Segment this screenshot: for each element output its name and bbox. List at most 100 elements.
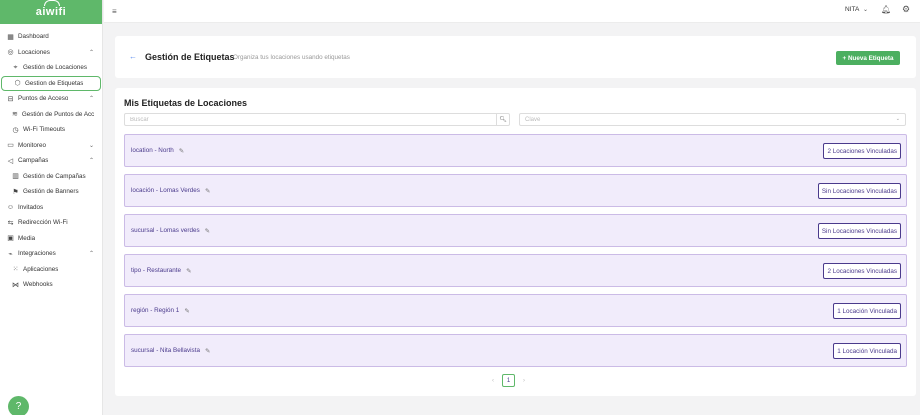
tag-row: tipo - Restaurante ✎ 2 Locaciones Vinculad… — [124, 254, 907, 287]
linked-locations-button[interactable]: 2 Locaciones Vinculadas — [823, 143, 901, 159]
tag-name: sucursal - Lomas verdes — [131, 227, 200, 234]
logo-text: aiwifi — [35, 6, 67, 18]
page-title: Gestión de Etiquetas — [145, 52, 235, 62]
sidebar-item-label: Integraciones — [18, 250, 56, 258]
sidebar-item-integraciones[interactable]: ⌁ Integraciones ⌃ — [0, 246, 102, 262]
sidebar-item-campañas[interactable]: ◁ Campañas ⌃ — [0, 153, 102, 169]
sidebar-item-label: Invitados — [18, 203, 44, 211]
key-select-placeholder: Clave — [525, 116, 541, 123]
clock-icon: ◷ — [12, 126, 19, 134]
search-input[interactable] — [125, 114, 495, 125]
sidebar-item-label: Campañas — [18, 157, 49, 165]
dashboard-icon: ▦ — [7, 33, 14, 41]
tag-name: location - North — [131, 147, 174, 154]
user-name[interactable]: NITA — [845, 6, 859, 13]
sidebar-item-monitoreo[interactable]: ▭ Monitoreo ⌄ — [0, 138, 102, 154]
grid-icon: ⁙ — [12, 266, 19, 274]
linked-locations-button[interactable]: Sin Locaciones Vinculadas — [817, 223, 901, 239]
sidebar-item-invitados[interactable]: ☺ Invitados — [0, 200, 102, 216]
pagination: ‹ 1 › — [492, 374, 525, 387]
sidebar-item-label: Dashboard — [18, 33, 49, 41]
monitor-icon: ▭ — [7, 142, 14, 150]
sidebar-nav: ▦ Dashboard ◎ Locaciones ⌃ ⌖ Gestión de Locaci… — [0, 24, 102, 293]
tag-row: región - Región 1 ✎ 1 Locación Vinculada — [124, 294, 907, 327]
search-icon[interactable]: 🔍︎ — [496, 114, 509, 125]
tag-row: locación - Lomas Verdes ✎ Sin Locaciones V… — [124, 174, 907, 207]
pin-icon: ⌖ — [13, 63, 18, 71]
edit-pencil-icon[interactable]: ✎ — [205, 347, 210, 355]
linked-locations-button[interactable]: 1 Locación Vinculada — [833, 303, 901, 319]
sidebar-item-gestión-de-banners[interactable]: ⚑ Gestión de Banners — [0, 184, 102, 200]
logo-bar[interactable]: aiwifi — [0, 0, 102, 24]
sidebar-item-webhooks[interactable]: ⋈ Webhooks — [0, 277, 102, 293]
redirect-icon: ⇆ — [7, 219, 14, 227]
tag-name: sucursal - Nita Bellavista — [131, 347, 200, 354]
linked-locations-button[interactable]: 1 Locación Vinculada — [833, 343, 901, 359]
edit-pencil-icon[interactable]: ✎ — [186, 267, 191, 275]
sidebar-item-label: Aplicaciones — [23, 265, 59, 273]
section-title: Mis Etiquetas de Locaciones — [124, 98, 248, 108]
wifi-wave-icon — [43, 0, 60, 6]
chevron-up-icon[interactable]: ⌃ — [89, 157, 94, 164]
page-number-current[interactable]: 1 — [502, 374, 515, 387]
sidebar-item-gestión-de-locaciones[interactable]: ⌖ Gestión de Locaciones — [0, 60, 102, 76]
tags-card: Mis Etiquetas de Locaciones 🔍︎ Clave ⌄ l… — [115, 88, 916, 396]
location-pin-icon: ◎ — [7, 49, 14, 57]
chevron-down-icon[interactable]: ⌄ — [89, 142, 94, 149]
chevron-down-icon[interactable]: ⌄ — [863, 6, 868, 13]
sidebar-item-gestión-de-campañas[interactable]: ▥ Gestión de Campañas — [0, 169, 102, 185]
sidebar-item-gestion-de-etiquetas[interactable]: ⬡ Gestion de Etiquetas — [1, 75, 101, 91]
sidebar-item-label: Gestión de Campañas — [23, 172, 86, 180]
back-arrow-icon[interactable]: ← — [129, 52, 137, 61]
sidebar-item-label: Gestión de Puntos de Acceso — [21, 110, 94, 118]
tag-icon: ⬡ — [14, 80, 21, 88]
edit-pencil-icon[interactable]: ✎ — [205, 187, 210, 195]
sidebar-item-label: Webhooks — [23, 281, 53, 289]
prev-page-icon[interactable]: ‹ — [492, 378, 494, 384]
sidebar-item-label: Puntos de Acceso — [18, 95, 69, 103]
chevron-up-icon[interactable]: ⌃ — [89, 95, 94, 102]
sidebar-item-label: Gestion de Etiquetas — [25, 79, 84, 87]
sidebar-item-label: Monitoreo — [18, 141, 47, 149]
sidebar-item-puntos-de-acceso[interactable]: ⊟ Puntos de Acceso ⌃ — [0, 91, 102, 107]
edit-pencil-icon[interactable]: ✎ — [179, 147, 184, 155]
router-icon: ⊟ — [7, 95, 14, 103]
linked-locations-button[interactable]: 2 Locaciones Vinculadas — [823, 263, 901, 279]
image-icon: ▣ — [7, 235, 14, 243]
sidebar-item-label: Media — [18, 234, 36, 242]
next-page-icon[interactable]: › — [523, 378, 525, 384]
chevron-up-icon[interactable]: ⌃ — [89, 250, 94, 257]
new-tag-button[interactable]: + Nueva Etiqueta — [836, 51, 900, 65]
sidebar-item-wi-fi-timeouts[interactable]: ◷ Wi-Fi Timeouts — [0, 122, 102, 138]
menu-toggle-icon[interactable]: ≡ — [112, 7, 117, 16]
sidebar-item-label: Gestión de Banners — [23, 188, 79, 196]
edit-pencil-icon[interactable]: ✎ — [184, 307, 189, 315]
gear-icon[interactable]: ⚙ — [902, 4, 910, 15]
sidebar-item-label: Wi-Fi Timeouts — [23, 126, 65, 134]
flag-icon: ⚑ — [12, 188, 19, 196]
key-select[interactable]: Clave ⌄ — [519, 113, 906, 126]
bell-icon[interactable]: 🔔︎ — [881, 5, 891, 14]
search-box: 🔍︎ — [124, 113, 510, 126]
webhook-icon: ⋈ — [12, 281, 19, 289]
tag-row: location - North ✎ 2 Locaciones Vinculadas — [124, 134, 907, 167]
tag-name: locación - Lomas Verdes — [131, 187, 200, 194]
sidebar: aiwifi ▦ Dashboard ◎ Locaciones ⌃ ⌖ Gestión de… — [0, 0, 103, 415]
help-button[interactable]: ? — [8, 396, 29, 415]
linked-locations-button[interactable]: Sin Locaciones Vinculadas — [817, 183, 901, 199]
sidebar-item-media[interactable]: ▣ Media — [0, 231, 102, 247]
chart-icon: ▥ — [12, 173, 19, 181]
sidebar-item-dashboard[interactable]: ▦ Dashboard — [0, 29, 102, 45]
page-subtitle: Organiza tus locaciones usando etiquetas — [233, 54, 350, 61]
chevron-down-icon: ⌄ — [895, 116, 900, 122]
sidebar-item-label: Locaciones — [18, 48, 50, 56]
sidebar-item-aplicaciones[interactable]: ⁙ Aplicaciones — [0, 262, 102, 278]
sidebar-item-gestión-de-puntos-de-acceso[interactable]: ≋Gestión de Puntos de Acceso — [0, 107, 102, 123]
tag-row: sucursal - Nita Bellavista ✎ 1 Locación Vi… — [124, 334, 907, 367]
sidebar-item-label: Gestión de Locaciones — [23, 64, 88, 72]
sidebar-item-locaciones[interactable]: ◎ Locaciones ⌃ — [0, 45, 102, 61]
sidebar-item-redirección-wi-fi[interactable]: ⇆ Redirección Wi-Fi — [0, 215, 102, 231]
chevron-up-icon[interactable]: ⌃ — [89, 49, 94, 56]
edit-pencil-icon[interactable]: ✎ — [205, 227, 210, 235]
sidebar-item-label: Redirección Wi-Fi — [18, 219, 68, 227]
